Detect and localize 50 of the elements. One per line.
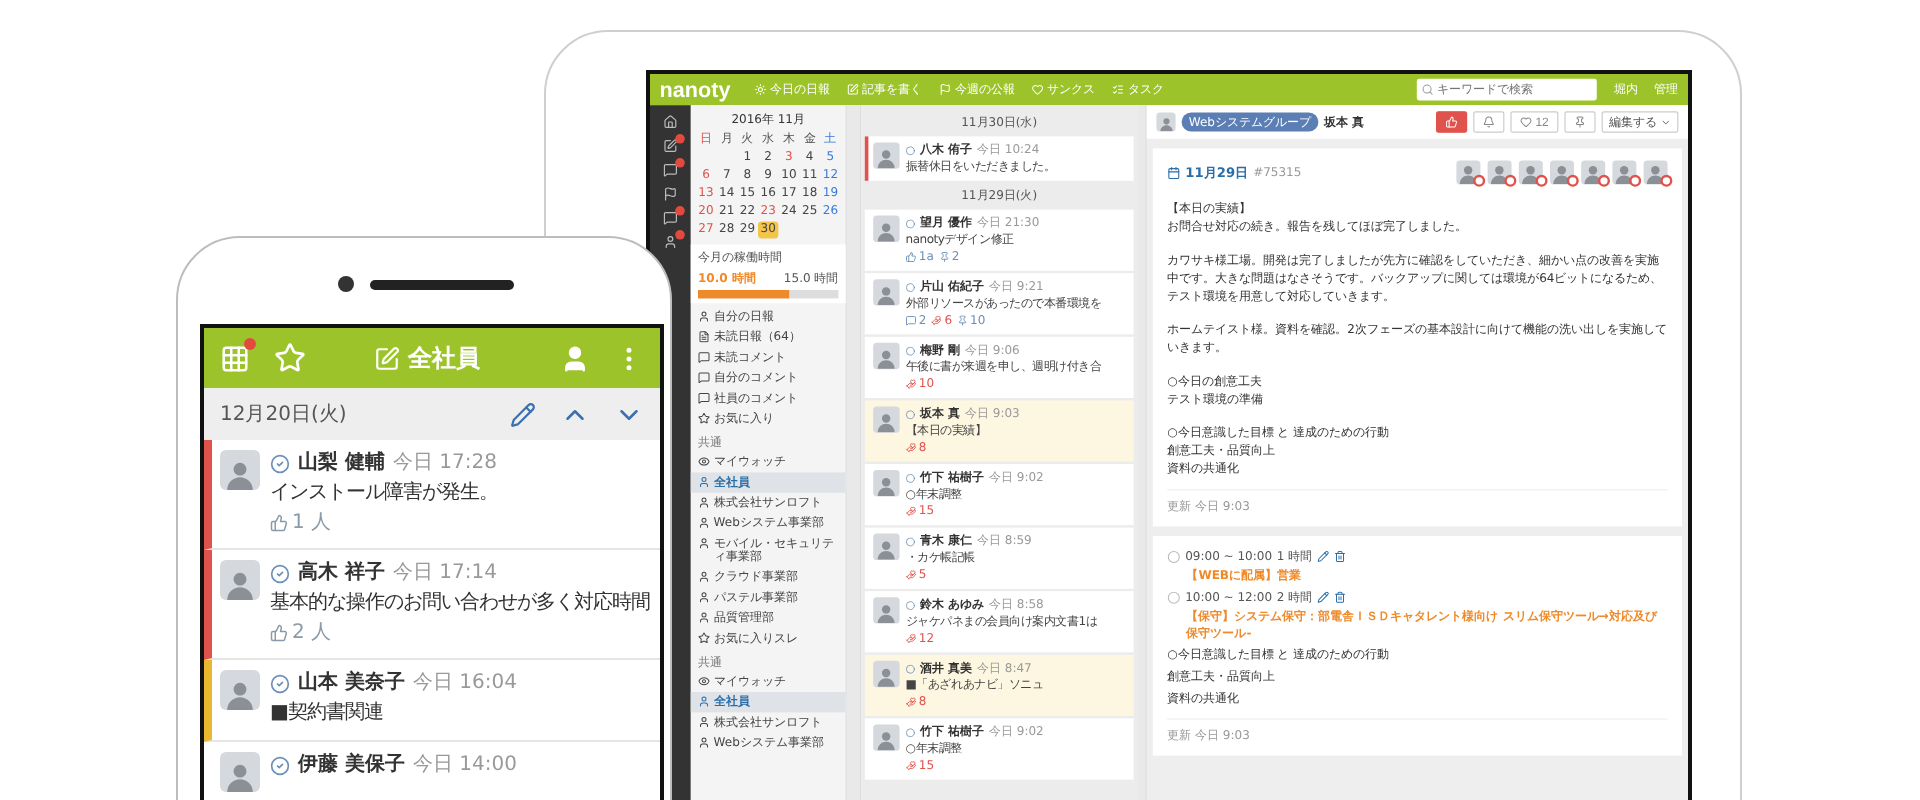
post-time: 今日 17:28 — [392, 450, 497, 476]
avatar-silhouette — [220, 670, 260, 710]
post-time: 今日 14:00 — [412, 752, 517, 778]
avatar-silhouette — [873, 342, 900, 370]
avatar-silhouette — [220, 560, 260, 600]
camera-dot — [338, 276, 354, 292]
avatar-silhouette — [220, 752, 260, 792]
post-text: インストール障害が発生。 — [270, 479, 498, 508]
speaker-slot — [370, 280, 514, 290]
grid-menu-icon[interactable] — [220, 343, 250, 373]
avatar-silhouette — [873, 597, 900, 624]
logo: nanoty — [659, 77, 731, 103]
like-count: 2 人 — [292, 620, 332, 646]
post-time: 今日 16:04 — [412, 670, 517, 696]
thumbs-up-icon — [270, 624, 288, 642]
feed-post[interactable]: 伊藤 美保子 今日 14:00 — [204, 742, 660, 800]
avatar-silhouette — [873, 279, 900, 306]
pin-button[interactable] — [1564, 111, 1596, 133]
post-text: ■契約書関連 — [270, 699, 385, 728]
author-name: 高木 祥子 — [298, 560, 385, 586]
pencil-icon[interactable] — [510, 401, 536, 427]
avatar-silhouette — [873, 142, 900, 169]
avatar-silhouette — [873, 660, 900, 688]
star-icon[interactable] — [274, 342, 306, 374]
thumbs-up-button[interactable] — [1435, 111, 1468, 133]
feed-post[interactable]: 山本 美奈子 今日 16:04 ■契約書関連 — [204, 660, 660, 742]
check-circle-icon — [270, 563, 290, 583]
feed-post[interactable]: 山梨 健輔 今日 17:28 インストール障害が発生。 1 人 — [204, 440, 660, 550]
avatar-silhouette — [873, 724, 900, 751]
post-time: 今日 17:14 — [392, 560, 497, 586]
avatar-silhouette — [873, 533, 900, 560]
author-name: 山本 美奈子 — [298, 670, 405, 696]
bell-button[interactable] — [1473, 111, 1505, 133]
avatar-silhouette — [873, 470, 900, 497]
pencil-square-icon — [374, 345, 400, 371]
avatar-silhouette — [1156, 112, 1176, 132]
like-count: 1 人 — [292, 510, 332, 536]
avatar-silhouette — [873, 406, 900, 433]
thumbs-up-icon — [270, 514, 288, 532]
check-circle-icon — [270, 453, 290, 473]
check-circle-icon — [270, 673, 290, 693]
author-name: 山梨 健輔 — [298, 450, 385, 476]
post-text: 基本的な操作のお問い合わせが多く対応時間 — [270, 589, 650, 618]
date-heading: 12月20日(火) — [220, 401, 347, 428]
feed-post[interactable]: 高木 祥子 今日 17:14 基本的な操作のお問い合わせが多く対応時間 2 人 — [204, 550, 660, 660]
header-title: 全社員 — [408, 341, 480, 375]
avatar-silhouette — [220, 450, 260, 490]
check-circle-icon — [270, 755, 290, 775]
avatar-silhouette — [873, 215, 900, 242]
author-name: 伊藤 美保子 — [298, 752, 405, 778]
